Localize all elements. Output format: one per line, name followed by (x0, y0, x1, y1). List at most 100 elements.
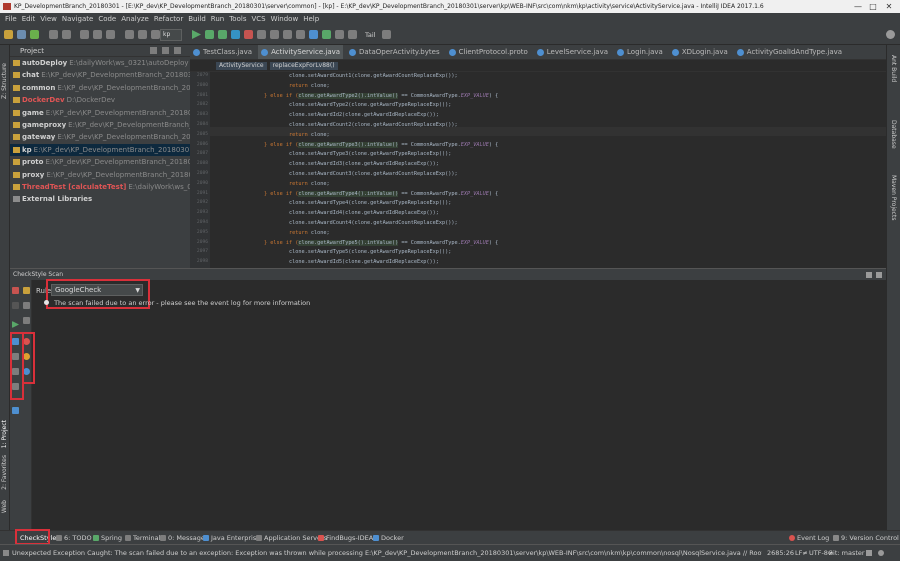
coverage-icon[interactable] (218, 30, 227, 39)
editor-tab[interactable]: LevelService.java (534, 45, 611, 59)
breadcrumb-item[interactable]: replaceExpForLv88() (269, 62, 338, 70)
profile-icon[interactable] (231, 30, 240, 39)
expand-icon[interactable] (23, 317, 30, 324)
editor-tab[interactable]: XDLogin.java (669, 45, 731, 59)
close-icon[interactable] (12, 287, 19, 294)
bottom-tool-tab[interactable]: Java Enterprise (203, 531, 260, 544)
run-config-select[interactable]: kp (160, 29, 182, 41)
collapse-icon[interactable] (23, 302, 30, 309)
debug-icon[interactable] (205, 30, 214, 39)
gear-icon[interactable] (866, 272, 872, 278)
sdk-icon[interactable] (296, 30, 305, 39)
menu-item-tools[interactable]: Tools (229, 15, 246, 23)
paste-icon[interactable] (106, 30, 115, 39)
favorites-tool-tab[interactable]: 2: Favorites (1, 455, 8, 490)
event-log-tab[interactable]: Event Log (789, 531, 829, 544)
version-control-tab[interactable]: 9: Version Control (833, 531, 899, 544)
open-folder-icon[interactable] (4, 30, 13, 39)
minimize-button[interactable]: — (851, 0, 865, 13)
project-tree-item[interactable]: proto E:\KP_dev\KP_DevelopmentBranch_2018… (10, 156, 190, 168)
menu-item-refactor[interactable]: Refactor (154, 15, 183, 23)
search-everywhere-icon[interactable] (886, 30, 895, 39)
build-icon[interactable] (257, 30, 266, 39)
bottom-tool-tab[interactable]: Spring (93, 531, 122, 544)
code-editor[interactable]: clone.setAwardCount1(clone.getAwardCount… (210, 72, 886, 268)
project-tree-item[interactable]: chat E:\KP_dev\KP_DevelopmentBranch_20180… (10, 69, 190, 81)
editor-tab[interactable]: ClientProtocol.proto (446, 45, 531, 59)
menu-item-vcs[interactable]: VCS (251, 15, 265, 23)
project-tree-item[interactable]: ThreadTest [calculateTest] E:\dailyWork\w… (10, 181, 190, 193)
run-scan-icon[interactable] (12, 321, 19, 328)
gear-icon[interactable] (174, 47, 181, 54)
web-tool-tab[interactable]: Web (1, 500, 8, 513)
help-icon[interactable] (382, 30, 391, 39)
save-icon[interactable] (17, 30, 26, 39)
ant-build-tool-tab[interactable]: Ant Build (890, 55, 897, 82)
bottom-tool-tab[interactable]: Docker (373, 531, 404, 544)
vcs-update-icon[interactable] (309, 30, 318, 39)
maven-projects-tool-tab[interactable]: Maven Projects (890, 175, 897, 220)
stop-scan-icon[interactable] (12, 302, 19, 309)
find-icon[interactable] (125, 30, 134, 39)
menu-item-edit[interactable]: Edit (22, 15, 36, 23)
stop-icon[interactable] (244, 30, 253, 39)
project-tree-item[interactable]: gateway E:\KP_dev\KP_DevelopmentBranch_20… (10, 131, 190, 143)
redo-icon[interactable] (62, 30, 71, 39)
bottom-tool-tab[interactable]: 6: TODO (56, 531, 92, 544)
bottom-tool-tab[interactable]: 0: Messages (160, 531, 208, 544)
project-tree-item[interactable]: DockerDev D:\DockerDev (10, 94, 190, 106)
project-tree-item[interactable]: autoDeploy E:\dailyWork\ws_0321\autoDeplo… (10, 57, 190, 69)
copy-icon[interactable] (93, 30, 102, 39)
project-tree-item[interactable]: gameE:\KP_dev\KP_DevelopmentBranch_20180… (10, 107, 190, 119)
editor-tab[interactable]: Login.java (614, 45, 666, 59)
tail-button[interactable]: Tail (365, 31, 376, 39)
undo-icon[interactable] (49, 30, 58, 39)
breadcrumb-item[interactable]: ActivityService (216, 62, 267, 70)
lock-icon[interactable] (866, 550, 872, 556)
menu-item-help[interactable]: Help (303, 15, 319, 23)
editor-tab[interactable]: ActivityGoalIdAndType.java (734, 45, 845, 59)
editor-tab[interactable]: ActivityService.java (258, 45, 344, 59)
sync-icon[interactable] (150, 47, 157, 54)
caret-position[interactable]: 2685:26 (767, 545, 794, 561)
collapse-all-icon[interactable] (162, 47, 169, 54)
project-tree-item[interactable]: External Libraries (10, 193, 190, 205)
vcs-history-icon[interactable] (335, 30, 344, 39)
hide-panel-icon[interactable] (876, 272, 882, 278)
menu-item-navigate[interactable]: Navigate (62, 15, 93, 23)
menu-item-window[interactable]: Window (271, 15, 299, 23)
menu-item-run[interactable]: Run (211, 15, 224, 23)
project-tree-item[interactable]: proxy E:\KP_dev\KP_DevelopmentBranch_2018… (10, 169, 190, 181)
bottom-tool-tab[interactable]: FindBugs-IDEA (318, 531, 373, 544)
cut-icon[interactable] (80, 30, 89, 39)
project-tree-item[interactable]: commonE:\KP_dev\KP_DevelopmentBranch_201… (10, 82, 190, 94)
menu-item-code[interactable]: Code (98, 15, 116, 23)
bottom-tool-tab[interactable]: Terminal (125, 531, 160, 544)
structure-tool-tab[interactable]: Z: Structure (1, 63, 8, 99)
editor-tab[interactable]: TestClass.java (190, 45, 255, 59)
vcs-revert-icon[interactable] (348, 30, 357, 39)
structure-icon[interactable] (283, 30, 292, 39)
project-tree-item[interactable]: gameproxyE:\KP_dev\KP_DevelopmentBranch_… (10, 119, 190, 131)
project-tree-item[interactable]: kp E:\KP_dev\KP_DevelopmentBranch_2018030… (10, 143, 190, 157)
vcs-commit-icon[interactable] (322, 30, 331, 39)
project-tool-tab[interactable]: 1: Project (1, 420, 8, 448)
editor-tab[interactable]: DataOperActivity.bytes (346, 45, 443, 59)
help-icon[interactable] (12, 407, 19, 414)
settings-icon[interactable] (270, 30, 279, 39)
project-panel-title[interactable]: Project (20, 47, 44, 55)
menu-item-build[interactable]: Build (188, 15, 206, 23)
back-icon[interactable] (138, 30, 147, 39)
menu-item-file[interactable]: File (5, 15, 17, 23)
line-separator[interactable]: LF≠ (795, 545, 808, 561)
forward-icon[interactable] (151, 30, 160, 39)
layout-icon[interactable] (3, 550, 9, 556)
menu-item-view[interactable]: View (40, 15, 57, 23)
database-tool-tab[interactable]: Database (890, 120, 897, 149)
status-message[interactable]: Unexpected Exception Caught: The scan fa… (12, 545, 762, 561)
inspector-icon[interactable] (878, 550, 884, 556)
rules-select[interactable]: GoogleCheck ▼ (51, 284, 143, 296)
sync-icon[interactable] (30, 30, 39, 39)
bottom-tool-tab[interactable]: Application Servers (256, 531, 327, 544)
maximize-button[interactable]: □ (866, 0, 880, 13)
